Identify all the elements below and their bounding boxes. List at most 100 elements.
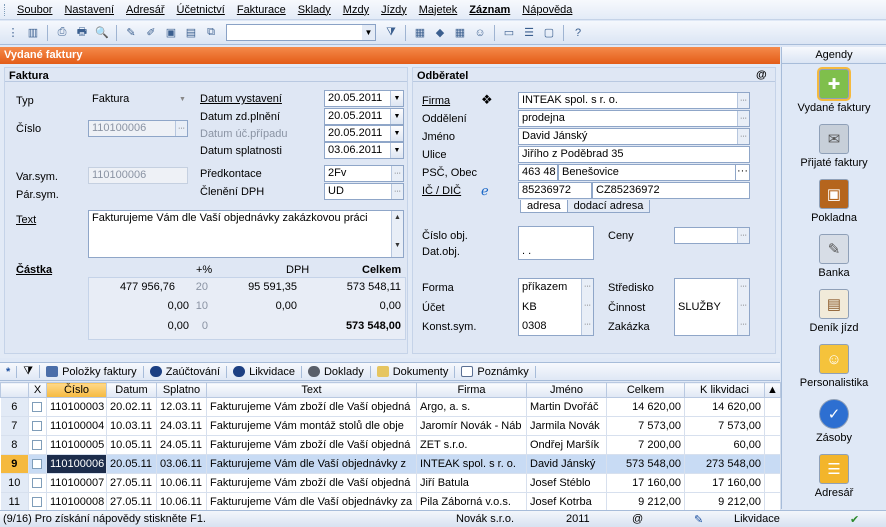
ellipsis-icon[interactable]: ···: [737, 298, 749, 317]
cell-celkem[interactable]: 573 548,00: [606, 454, 685, 474]
cell-datum[interactable]: 27.05.11: [106, 492, 157, 512]
menu-ucetnictvi[interactable]: Účetnictví: [171, 4, 231, 16]
cleneni-field[interactable]: UD ···: [324, 183, 404, 200]
menu-soubor[interactable]: Soubor: [11, 4, 58, 16]
row-checkbox[interactable]: [28, 435, 47, 455]
forma-value[interactable]: příkazem: [522, 281, 567, 294]
column-header[interactable]: Text: [206, 382, 417, 398]
tab-doklady[interactable]: Doklady: [302, 365, 371, 378]
cislo-obj-field[interactable]: . .: [518, 226, 594, 260]
cell-k-likvidaci[interactable]: 17 160,00: [684, 473, 765, 493]
column-header[interactable]: K likvidaci: [684, 382, 765, 398]
email-at-icon[interactable]: @: [632, 513, 643, 525]
delete-icon[interactable]: ▤: [182, 24, 200, 42]
tag-icon[interactable]: ◆: [431, 24, 449, 42]
menu-adresar[interactable]: Adresář: [120, 4, 171, 16]
scroll-up-icon[interactable]: ▲: [764, 382, 781, 398]
row-checkbox[interactable]: [28, 454, 47, 474]
agenda-banka[interactable]: ✎ Banka: [782, 234, 886, 279]
datum-uc-field[interactable]: 20.05.2011 ▼: [324, 125, 404, 142]
cell-jmeno[interactable]: Ondřej Maršík: [526, 435, 607, 455]
save-icon[interactable]: ▣: [162, 24, 180, 42]
menu-nastaveni[interactable]: Nastavení: [58, 4, 120, 16]
datum-zd-field[interactable]: 20.05.2011 ▼: [324, 108, 404, 125]
chevron-down-icon[interactable]: ▼: [176, 92, 189, 107]
konst-value[interactable]: 0308: [522, 320, 546, 333]
cell-cislo[interactable]: 110100006: [46, 454, 107, 474]
checkbox-icon[interactable]: [32, 497, 42, 508]
row-checkbox[interactable]: [28, 397, 47, 417]
tab-dodaci-adresa[interactable]: dodací adresa: [567, 200, 651, 213]
check-icon[interactable]: ✔: [850, 513, 859, 526]
ellipsis-icon[interactable]: ···: [737, 111, 749, 126]
cell-text[interactable]: Fakturujeme Vám zboží dle Vaší objedná: [206, 473, 417, 493]
tab-adresa[interactable]: adresa: [520, 200, 568, 213]
cell-cislo[interactable]: 110100005: [46, 435, 107, 455]
row-checkbox[interactable]: [28, 416, 47, 436]
dic-field[interactable]: CZ85236972: [592, 182, 750, 199]
cell-splatno[interactable]: 24.05.11: [156, 435, 207, 455]
datum-splatnosti-field[interactable]: 03.06.2011 ▼: [324, 142, 404, 159]
menu-sklady[interactable]: Sklady: [292, 4, 337, 16]
varsym-field[interactable]: 110100006: [88, 167, 188, 184]
ellipsis-icon[interactable]: ···: [737, 129, 749, 144]
calendar-dropdown-icon[interactable]: ▼: [390, 109, 403, 124]
cell-k-likvidaci[interactable]: 273 548,00: [684, 454, 765, 474]
help-icon[interactable]: ?: [569, 24, 587, 42]
asterisk-icon[interactable]: *: [0, 365, 18, 378]
menu-zaznam[interactable]: Záznam: [463, 4, 516, 16]
checkbox-icon[interactable]: [32, 478, 42, 489]
list-icon[interactable]: ☰: [520, 24, 538, 42]
row-checkbox[interactable]: [28, 492, 47, 512]
checkbox-icon[interactable]: [32, 459, 42, 470]
oddeleni-field[interactable]: prodejna ···: [518, 110, 750, 127]
filter-icon[interactable]: ⧩: [382, 24, 400, 42]
menu-majetek[interactable]: Majetek: [413, 4, 464, 16]
obec-field[interactable]: Benešovice: [558, 164, 736, 181]
form-icon[interactable]: ▭: [500, 24, 518, 42]
tab-likvidace[interactable]: Likvidace: [227, 365, 302, 378]
calculator-icon[interactable]: ▦: [411, 24, 429, 42]
column-header[interactable]: Firma: [416, 382, 527, 398]
ellipsis-icon[interactable]: ···: [737, 317, 749, 335]
cell-celkem[interactable]: 17 160,00: [606, 473, 685, 493]
cell-celkem[interactable]: 7 573,00: [606, 416, 685, 436]
datum-vystaveni-field[interactable]: 20.05.2011 ▼: [324, 90, 404, 107]
ellipsis-icon[interactable]: ···: [581, 317, 593, 335]
cell-k-likvidaci[interactable]: 7 573,00: [684, 416, 765, 436]
cell-splatno[interactable]: 10.06.11: [156, 473, 207, 493]
print-preview-icon[interactable]: ⎙: [53, 24, 71, 42]
new-icon[interactable]: ✎: [122, 24, 140, 42]
checkbox-icon[interactable]: [32, 402, 42, 413]
agenda-pokladna[interactable]: ▣ Pokladna: [782, 179, 886, 224]
agenda-denik-jizd[interactable]: ▤ Deník jízd: [782, 289, 886, 334]
cell-datum[interactable]: 27.05.11: [106, 473, 157, 493]
cell-jmeno[interactable]: Jarmila Novák: [526, 416, 607, 436]
agenda-personalistika[interactable]: ☺ Personalistika: [782, 344, 886, 389]
cell-datum[interactable]: 10.03.11: [106, 416, 157, 436]
chevron-down-icon[interactable]: ▼: [362, 25, 375, 40]
tab-zauctovani[interactable]: Zaúčtování: [144, 365, 228, 378]
cell-k-likvidaci[interactable]: 60,00: [684, 435, 765, 455]
quick-search-combo[interactable]: ▼: [226, 24, 376, 41]
filter-icon[interactable]: ⧩: [17, 365, 41, 378]
users-icon[interactable]: ☺: [471, 24, 489, 42]
address-book-icon[interactable]: ❖: [481, 92, 493, 108]
cell-k-likvidaci[interactable]: 9 212,00: [684, 492, 765, 512]
cell-text[interactable]: Fakturujeme Vám zboží dle Vaší objedná: [206, 397, 417, 417]
cell-jmeno[interactable]: Josef Stéblo: [526, 473, 607, 493]
scroll-icon[interactable]: ▲ ▼: [391, 211, 403, 257]
tab-dokumenty[interactable]: Dokumenty: [371, 365, 456, 378]
cell-k-likvidaci[interactable]: 14 620,00: [684, 397, 765, 417]
agenda-prijate-faktury[interactable]: ✉ Přijaté faktury: [782, 124, 886, 169]
row-checkbox[interactable]: [28, 473, 47, 493]
table-row[interactable]: 10 110100007 27.05.11 10.06.11 Fakturuje…: [0, 473, 781, 493]
cell-jmeno[interactable]: Martin Dvořáč: [526, 397, 607, 417]
cell-datum[interactable]: 20.02.11: [106, 397, 157, 417]
psc-field[interactable]: 463 48: [518, 164, 558, 181]
bars-icon[interactable]: ▥: [24, 24, 42, 42]
cell-firma[interactable]: Jiří Batula: [416, 473, 527, 493]
cell-text[interactable]: Fakturujeme Vám dle Vaší objednávky za: [206, 492, 417, 512]
ellipsis-icon[interactable]: ···: [737, 93, 749, 108]
ellipsis-icon[interactable]: ···: [581, 279, 593, 298]
